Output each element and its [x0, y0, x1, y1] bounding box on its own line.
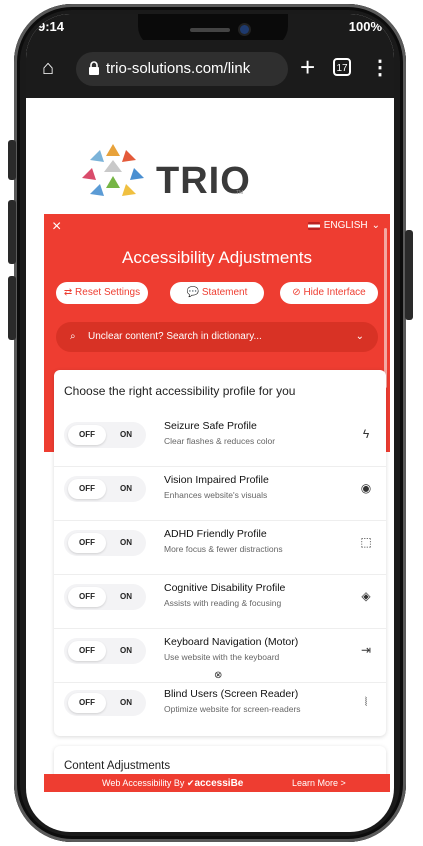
profile-row-seizure-safe: OFF ON Seizure Safe Profile Clear flashe…	[54, 412, 386, 467]
url-text: trio-solutions.com/link	[106, 60, 251, 77]
new-tab-icon[interactable]: +	[300, 52, 315, 82]
toggle-off-label: OFF	[68, 693, 106, 713]
profile-description: Enhances website's visuals	[164, 490, 268, 500]
toggle-on-label: ON	[120, 484, 132, 493]
profile-row-vision-impaired: OFF ON Vision Impaired Profile Enhances …	[54, 466, 386, 521]
focus-frame-icon: ⬚	[360, 535, 372, 549]
toggle-off-label: OFF	[68, 587, 106, 607]
profiles-heading: Choose the right accessibility profile f…	[64, 384, 296, 398]
trio-logo: TRIO TM	[68, 142, 251, 202]
phone-power-button	[405, 230, 413, 320]
profile-toggle[interactable]: OFF ON	[64, 422, 146, 448]
statement-button[interactable]: 💬 Statement	[170, 282, 264, 304]
toggle-on-label: ON	[120, 592, 132, 601]
footer-credit: Web Accessibility By ✔accessiBe	[102, 774, 243, 793]
toggle-off-label: OFF	[68, 479, 106, 499]
profile-name: Keyboard Navigation (Motor)	[164, 636, 299, 648]
footer-credit-text: Web Accessibility By	[102, 778, 185, 788]
phone-volume-down-button	[8, 276, 16, 340]
toggle-on-label: ON	[120, 430, 132, 439]
language-selector[interactable]: ENGLISH ⌄	[307, 220, 380, 231]
panel-title: Accessibility Adjustments	[122, 248, 312, 267]
profile-description: Assists with reading & focusing	[164, 598, 282, 608]
profile-name: Blind Users (Screen Reader)	[164, 688, 299, 700]
hide-interface-label: Hide Interface	[303, 287, 366, 298]
sound-wave-icon: ⦚	[364, 695, 368, 709]
hide-interface-button[interactable]: ⊘ Hide Interface	[280, 282, 378, 304]
lock-icon	[89, 61, 99, 75]
content-adjustments-title: Content Adjustments	[64, 760, 171, 772]
toggle-on-label: ON	[120, 538, 132, 547]
profiles-card: Choose the right accessibility profile f…	[54, 370, 386, 736]
statement-label: Statement	[201, 287, 248, 298]
phone-side-button	[8, 140, 16, 180]
speaker-grille	[190, 28, 230, 32]
diamond-target-icon: ◈	[361, 589, 371, 603]
toggle-off-label: OFF	[68, 533, 106, 553]
profile-description: Use website with the keyboard	[164, 652, 280, 662]
lightning-icon: ϟ	[362, 427, 370, 441]
profile-toggle[interactable]: OFF ON	[64, 584, 146, 610]
profile-row-adhd-friendly: OFF ON ADHD Friendly Profile More focus …	[54, 520, 386, 575]
search-icon: ⌕	[70, 331, 76, 342]
phone-screen: 9:14 100% ⌂ trio-solutions.com/link + 17…	[26, 14, 394, 832]
panel-scrollbar[interactable]	[384, 228, 387, 388]
profile-row-blind-users: OFF ON Blind Users (Screen Reader) Optim…	[54, 680, 386, 734]
chat-icon: 💬	[186, 287, 200, 298]
status-time: 9:14	[38, 19, 65, 34]
profile-name: ADHD Friendly Profile	[164, 528, 267, 540]
chevron-down-icon: ⌄	[355, 331, 364, 342]
address-bar[interactable]: trio-solutions.com/link	[76, 52, 288, 86]
logo-wordmark: TRIO	[156, 160, 251, 202]
status-battery: 100%	[348, 19, 382, 34]
profile-toggle[interactable]: OFF ON	[64, 476, 146, 502]
profile-name: Cognitive Disability Profile	[164, 582, 286, 594]
home-icon[interactable]: ⌂	[42, 58, 62, 78]
toggle-off-label: OFF	[68, 425, 106, 445]
toggle-on-label: ON	[120, 646, 132, 655]
eye-off-icon: ⊘	[292, 287, 301, 298]
tab-switcher-button[interactable]: 17	[333, 58, 351, 76]
dictionary-search-input[interactable]: ⌕ Unclear content? Search in dictionary.…	[56, 322, 378, 352]
search-placeholder: Unclear content? Search in dictionary...	[88, 331, 262, 342]
toggle-off-label: OFF	[68, 641, 106, 661]
language-label: ENGLISH	[323, 220, 368, 231]
arrow-right-bar-icon: ⇥	[360, 643, 372, 657]
menu-dots-icon[interactable]: ⋮	[370, 54, 390, 82]
footer-brand: accessiBe	[194, 778, 244, 789]
profile-row-cognitive-disability: OFF ON Cognitive Disability Profile Assi…	[54, 574, 386, 629]
profile-name: Vision Impaired Profile	[164, 474, 269, 486]
profile-description: More focus & fewer distractions	[164, 544, 283, 554]
phone-volume-up-button	[8, 200, 16, 264]
trio-logo-mark-icon	[82, 144, 144, 196]
browser-toolbar: ⌂ trio-solutions.com/link + 17 ⋮	[26, 40, 394, 98]
profile-name: Seizure Safe Profile	[164, 420, 257, 432]
profile-toggle[interactable]: OFF ON	[64, 690, 146, 716]
eye-icon: ◉	[360, 481, 372, 495]
us-flag-icon	[307, 221, 320, 230]
profile-toggle[interactable]: OFF ON	[64, 530, 146, 556]
accessibe-footer[interactable]: Web Accessibility By ✔accessiBe Learn Mo…	[44, 774, 390, 792]
toggle-on-label: ON	[120, 698, 132, 707]
close-icon[interactable]: ×	[52, 218, 61, 236]
profile-toggle[interactable]: OFF ON	[64, 638, 146, 664]
profile-description: Clear flashes & reduces color	[164, 436, 276, 446]
learn-more-link[interactable]: Learn More >	[292, 774, 346, 792]
logo-trademark: TM	[236, 190, 244, 196]
chevron-down-icon: ⌄	[371, 220, 380, 231]
reset-settings-button[interactable]: ⇄ Reset Settings	[56, 282, 148, 304]
camera-icon	[240, 25, 249, 34]
profile-description: Optimize website for screen-readers	[164, 704, 301, 714]
